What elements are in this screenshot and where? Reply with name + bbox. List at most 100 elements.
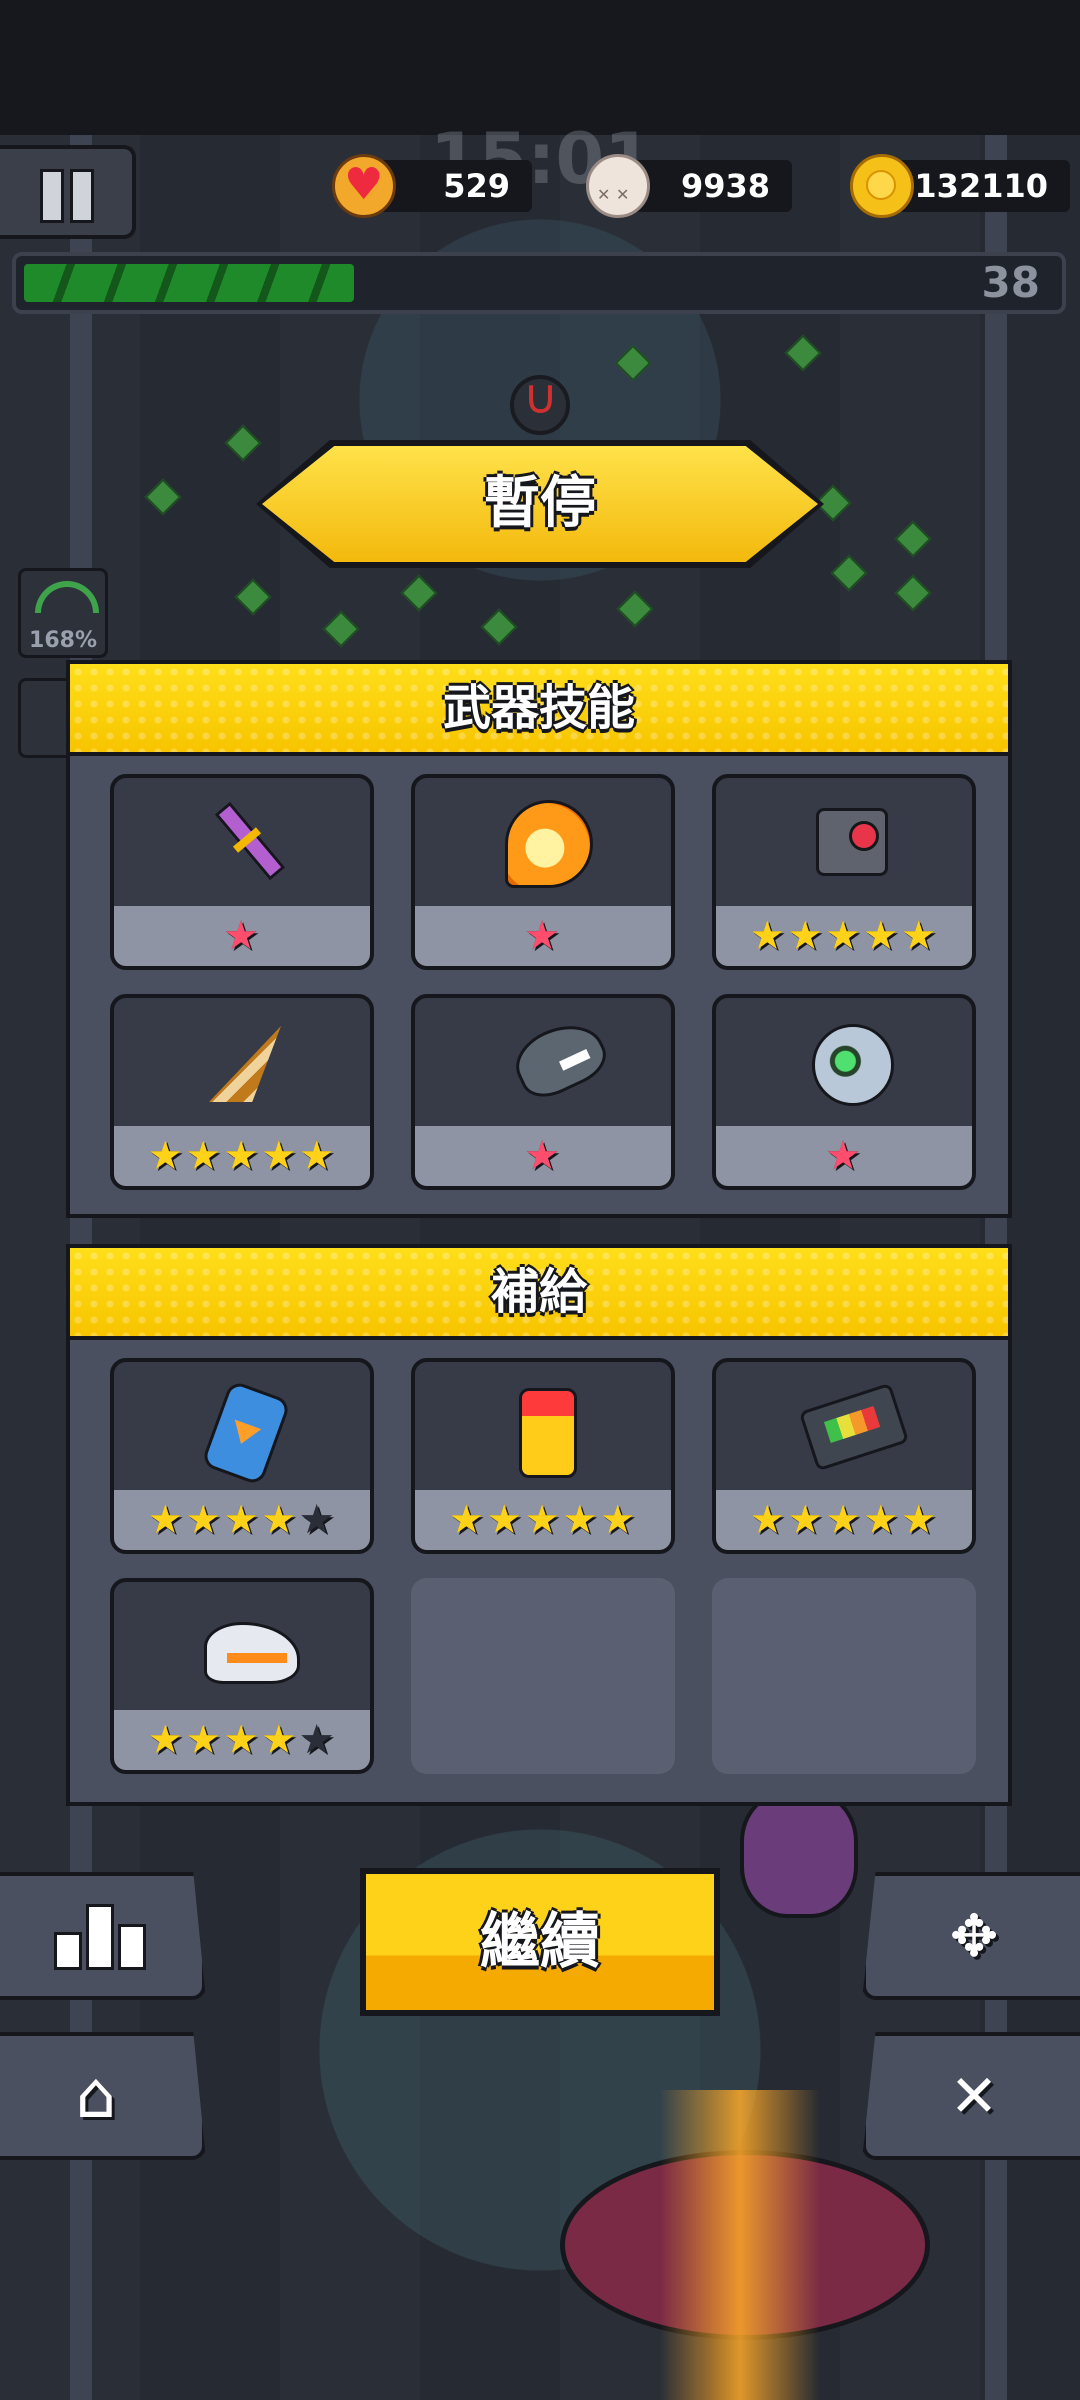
weapon-item-art [114, 778, 370, 906]
weapon-skills-title: 武器技能 [442, 680, 635, 736]
chart-bar [86, 1904, 114, 1970]
xp-gem [480, 608, 518, 646]
supply-item-art [415, 1362, 671, 1490]
stats-button[interactable] [0, 1872, 206, 2000]
star-filled-icon: ★ [185, 1497, 224, 1543]
xp-gem [830, 554, 868, 592]
drill-icon [209, 1026, 281, 1102]
supplies-panel: 補給 ★★★★★ ★★★★★ ★★★★★ ★★★★★ [66, 1244, 1012, 1806]
star-filled-icon: ★ [787, 913, 826, 959]
home-icon: ⌂ [75, 2059, 117, 2133]
supplies-grid: ★★★★★ ★★★★★ ★★★★★ ★★★★★ [110, 1358, 976, 1774]
xp-gem [144, 478, 182, 516]
star-rating: ★ [415, 1126, 671, 1186]
star-filled-icon: ★ [298, 1133, 337, 1179]
xp-progress-fill [24, 264, 354, 302]
xp-gem [614, 344, 652, 382]
star-filled-icon: ★ [900, 1497, 939, 1543]
pause-title: 暫停 [484, 471, 596, 536]
weapon-item-art [415, 998, 671, 1126]
pause-button[interactable] [0, 145, 136, 239]
supply-item-art [114, 1362, 370, 1490]
kills-counter: 9938 [586, 154, 792, 221]
xp-progress-bar: 38 [12, 252, 1066, 314]
player-level: 38 [981, 258, 1040, 307]
mute-icon: ✕ [949, 2062, 999, 2130]
star-rating: ★★★★★ [114, 1126, 370, 1186]
star-filled-icon: ★ [223, 1497, 261, 1543]
hearts-value: 529 [443, 167, 510, 205]
supply-item-art [716, 1362, 972, 1490]
star-rating: ★★★★★ [716, 906, 972, 966]
star-rating: ★★★★★ [415, 1490, 671, 1550]
star-filled-icon: ★ [900, 913, 939, 959]
speed-gauge: 168% [18, 568, 108, 658]
star-rating: ★ [114, 906, 370, 966]
star-filled-icon: ★ [524, 1497, 562, 1543]
fire-beam [660, 2090, 820, 2400]
chart-bar [54, 1932, 82, 1970]
hearts-counter: 529 [332, 154, 532, 218]
star-filled-icon: ★ [862, 913, 901, 959]
home-button[interactable]: ⌂ [0, 2032, 206, 2160]
supply-slot[interactable]: ★★★★★ [712, 1358, 976, 1554]
magnet-icon [510, 369, 570, 435]
weapon-item-art [415, 778, 671, 906]
supply-slot[interactable]: ★★★★★ [110, 1358, 374, 1554]
continue-button-label[interactable]: 繼續 [366, 1874, 714, 2010]
star-filled-icon: ★ [260, 1133, 299, 1179]
weapon-skills-grid: ★ ★ ★★★★★ ★★★★★ ★ ★ [110, 774, 976, 1190]
star-filled-icon: ★ [260, 1717, 299, 1763]
supply-slot[interactable]: ★★★★★ [110, 1578, 374, 1774]
star-filled-icon: ★ [599, 1497, 638, 1543]
star-filled-icon: ★ [147, 1717, 186, 1763]
weapon-item-art [716, 998, 972, 1126]
star-rating: ★★★★★ [716, 1490, 972, 1550]
move-control-button[interactable]: ✥ [862, 1872, 1080, 2000]
star-filled-icon: ★ [749, 913, 788, 959]
xp-gem [894, 574, 932, 612]
coins-counter: 132110 [850, 154, 1070, 218]
supply-empty-slot [411, 1578, 675, 1774]
star-filled-icon: ★ [862, 1497, 901, 1543]
speed-gauge-value: 168% [29, 628, 97, 653]
supply-empty-slot [712, 1578, 976, 1774]
coins-value: 132110 [914, 167, 1048, 205]
star-filled-icon: ★ [223, 913, 261, 959]
xp-gem [400, 574, 438, 612]
star-filled-icon: ★ [223, 1133, 261, 1179]
weapon-skills-panel: 武器技能 ★ ★ ★★★★★ ★★★★★ ★ ★ [66, 660, 1012, 1218]
chart-bar [118, 1924, 146, 1970]
star-empty-icon: ★ [298, 1497, 337, 1543]
weapon-slot[interactable]: ★ [411, 774, 675, 970]
weapon-slot[interactable]: ★ [110, 774, 374, 970]
star-filled-icon: ★ [787, 1497, 826, 1543]
star-filled-icon: ★ [448, 1497, 487, 1543]
heart-icon [332, 154, 396, 218]
supply-slot[interactable]: ★★★★★ [411, 1358, 675, 1554]
weapon-slot[interactable]: ★★★★★ [712, 774, 976, 970]
kills-value: 9938 [680, 167, 770, 205]
star-rating: ★ [415, 906, 671, 966]
mute-button[interactable]: ✕ [862, 2032, 1080, 2160]
star-rating: ★★★★★ [114, 1490, 370, 1550]
weapon-slot[interactable]: ★★★★★ [110, 994, 374, 1190]
weapon-slot[interactable]: ★ [712, 994, 976, 1190]
coin-icon [850, 154, 914, 218]
xp-gem [894, 520, 932, 558]
pause-icon-bar [70, 169, 94, 223]
star-rating: ★ [716, 1126, 972, 1186]
bar-chart-icon [54, 1904, 146, 1970]
xp-gem [784, 334, 822, 372]
fireball-icon [505, 800, 593, 888]
xp-gem [224, 424, 262, 462]
star-filled-icon: ★ [185, 1133, 224, 1179]
supply-item-art [114, 1582, 370, 1710]
skull-icon [586, 154, 650, 221]
star-filled-icon: ★ [825, 913, 863, 959]
shark-rocket-icon [506, 1011, 614, 1107]
camera-drone-icon [816, 808, 888, 876]
star-filled-icon: ★ [561, 1497, 600, 1543]
star-filled-icon: ★ [147, 1133, 186, 1179]
weapon-slot[interactable]: ★ [411, 994, 675, 1190]
